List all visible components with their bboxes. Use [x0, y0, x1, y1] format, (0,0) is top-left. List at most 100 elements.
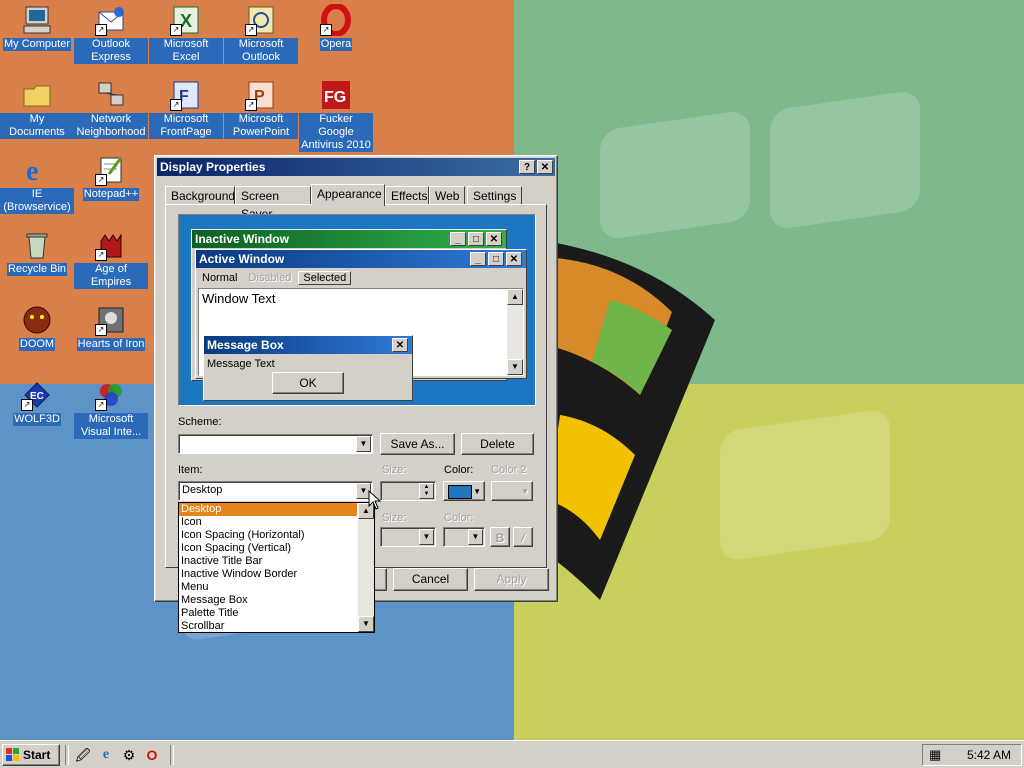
- preview-message-box: Message Box ✕ Message Text OK: [203, 335, 413, 401]
- maximize-icon: □: [488, 252, 504, 266]
- chevron-down-icon[interactable]: ▼: [356, 436, 371, 452]
- opera-icon: ↗: [320, 3, 352, 37]
- preview-inactive-titlebar: Inactive Window _ □ ✕: [192, 230, 506, 248]
- item-color-button[interactable]: ▼: [443, 481, 485, 501]
- font-color-label: Color:: [444, 512, 474, 524]
- chevron-down-icon: ▼: [468, 529, 483, 545]
- preview-active-titlebar: Active Window _ □ ✕: [196, 250, 526, 268]
- item-option-icon-spacing-horizontal[interactable]: Icon Spacing (Horizontal): [179, 529, 357, 542]
- minimize-icon: _: [450, 232, 466, 246]
- computer-icon: [21, 4, 53, 36]
- save-as-button[interactable]: Save As...: [380, 433, 455, 455]
- channels-icon[interactable]: ⚙: [120, 746, 138, 764]
- desktop-icon-visual-interdev[interactable]: ↗ Microsoft Visual Inte...: [74, 379, 148, 439]
- age-of-empires-icon: ↗: [95, 229, 127, 261]
- help-button[interactable]: ?: [519, 160, 535, 174]
- italic-button: /: [513, 527, 533, 547]
- tab-background[interactable]: Background: [165, 186, 235, 204]
- doom-icon: [21, 304, 53, 336]
- tab-effects[interactable]: Effects: [385, 186, 429, 204]
- display-settings-icon[interactable]: ▦: [929, 747, 941, 763]
- spinner-icon: ▲ ▼: [419, 483, 434, 499]
- desktop-icon-hearts-of-iron[interactable]: ↗ Hearts of Iron: [74, 304, 148, 351]
- notepad-icon: ↗: [95, 154, 127, 186]
- taskbar-separator: [65, 745, 69, 765]
- item-size-label: Size:: [382, 464, 407, 476]
- desktop-icon-frontpage[interactable]: F ↗ Microsoft FrontPage: [149, 79, 223, 139]
- desktop-icon-outlook[interactable]: ↗ Microsoft Outlook: [224, 4, 298, 64]
- item-label: Item:: [178, 464, 203, 476]
- item-option-scrollbar[interactable]: Scrollbar: [179, 620, 357, 633]
- desktop-icon-powerpoint[interactable]: P ↗ Microsoft PowerPoint: [224, 79, 298, 139]
- ie-icon: e: [21, 154, 53, 187]
- desktop-icon-network[interactable]: Network Neighborhood: [74, 79, 148, 139]
- outlook-icon: ↗: [245, 4, 277, 36]
- item-color2-label: Color 2: [491, 464, 527, 476]
- close-icon: ✕: [506, 252, 522, 266]
- dialog-title: Display Properties: [160, 160, 266, 174]
- desktop-icon-outlook-express[interactable]: ↗ Outlook Express: [74, 4, 148, 64]
- desktop-icon-recycle-bin[interactable]: Recycle Bin: [0, 229, 74, 276]
- desktop-icon-opera[interactable]: ↗ Opera: [299, 3, 373, 51]
- item-option-menu[interactable]: Menu: [179, 581, 357, 594]
- desktop-icon-antivirus[interactable]: FG Fucker Google Antivirus 2010: [299, 79, 373, 152]
- scheme-dropdown[interactable]: ▼: [178, 434, 373, 454]
- item-dropdown-list[interactable]: Desktop Icon Icon Spacing (Horizontal) I…: [178, 502, 375, 633]
- item-option-palette-title[interactable]: Palette Title: [179, 607, 357, 620]
- apply-button: Apply: [474, 568, 549, 591]
- close-icon: ✕: [486, 232, 502, 246]
- scroll-down-icon[interactable]: ▼: [358, 616, 374, 632]
- svg-text:e: e: [26, 156, 38, 186]
- color-swatch: [448, 485, 472, 499]
- item-list-options: Desktop Icon Icon Spacing (Horizontal) I…: [179, 503, 357, 633]
- mouse-cursor-icon: [368, 490, 382, 510]
- item-option-desktop[interactable]: Desktop: [179, 503, 357, 516]
- item-option-inactive-title-bar[interactable]: Inactive Title Bar: [179, 555, 357, 568]
- folder-icon: [21, 79, 53, 111]
- item-color2-button: ▼: [491, 481, 533, 501]
- item-dropdown[interactable]: Desktop ▼: [178, 481, 373, 501]
- frontpage-icon: F ↗: [170, 79, 202, 111]
- tab-appearance[interactable]: Appearance: [311, 184, 385, 206]
- item-option-message-box[interactable]: Message Box: [179, 594, 357, 607]
- tab-settings[interactable]: Settings: [467, 186, 522, 204]
- item-size-spinner: ▲ ▼: [380, 481, 436, 501]
- desktop-icon-excel[interactable]: X ↗ Microsoft Excel: [149, 4, 223, 64]
- item-option-inactive-window-border[interactable]: Inactive Window Border: [179, 568, 357, 581]
- item-option-icon[interactable]: Icon: [179, 516, 357, 529]
- svg-text:FG: FG: [324, 89, 346, 106]
- opera-icon[interactable]: O: [143, 746, 161, 764]
- desktop-icon-doom[interactable]: DOOM: [0, 304, 74, 351]
- wolf3d-icon: EC ↗: [21, 379, 53, 411]
- close-icon: ✕: [392, 338, 408, 352]
- font-size-dropdown: ▼: [380, 527, 436, 547]
- delete-button[interactable]: Delete: [461, 433, 534, 455]
- dialog-titlebar[interactable]: Display Properties ? ✕: [157, 158, 555, 176]
- desktop-icon-notepad[interactable]: ↗ Notepad++: [74, 154, 148, 201]
- item-option-icon-spacing-vertical[interactable]: Icon Spacing (Vertical): [179, 542, 357, 555]
- tab-web[interactable]: Web: [429, 186, 465, 204]
- item-list-scrollbar[interactable]: ▲ ▼: [358, 503, 374, 632]
- tab-screen-saver[interactable]: Screen Saver: [235, 186, 311, 221]
- preview-message-titlebar: Message Box ✕: [204, 336, 412, 354]
- start-button[interactable]: Start: [2, 744, 60, 766]
- scheme-preview[interactable]: Inactive Window _ □ ✕ Active Window _ □ …: [178, 214, 536, 406]
- font-size-label: Size:: [382, 512, 407, 524]
- chevron-down-icon: ▼: [521, 487, 529, 496]
- outlook-express-icon: ↗: [95, 4, 127, 36]
- show-desktop-icon[interactable]: 🖉: [74, 746, 92, 764]
- desktop-icon-my-documents[interactable]: My Documents: [0, 79, 74, 139]
- excel-icon: X ↗: [170, 4, 202, 36]
- preview-scrollbar: ▲ ▼: [507, 289, 523, 375]
- cancel-button[interactable]: Cancel: [393, 568, 468, 591]
- desktop-icon-wolf3d[interactable]: EC ↗ WOLF3D: [0, 379, 74, 426]
- close-button[interactable]: ✕: [537, 160, 553, 174]
- visual-interdev-icon: ↗: [95, 379, 127, 411]
- desktop-icon-ie[interactable]: e IE (Browservice): [0, 154, 74, 214]
- ie-icon[interactable]: e: [97, 746, 115, 764]
- desktop-icon-my-computer[interactable]: My Computer: [0, 4, 74, 51]
- preview-ok-button: OK: [272, 372, 344, 394]
- clock[interactable]: 5:42 AM: [967, 748, 1011, 762]
- desktop-icon-age-of-empires[interactable]: ↗ Age of Empires: [74, 229, 148, 289]
- scroll-up-icon: ▲: [507, 289, 523, 305]
